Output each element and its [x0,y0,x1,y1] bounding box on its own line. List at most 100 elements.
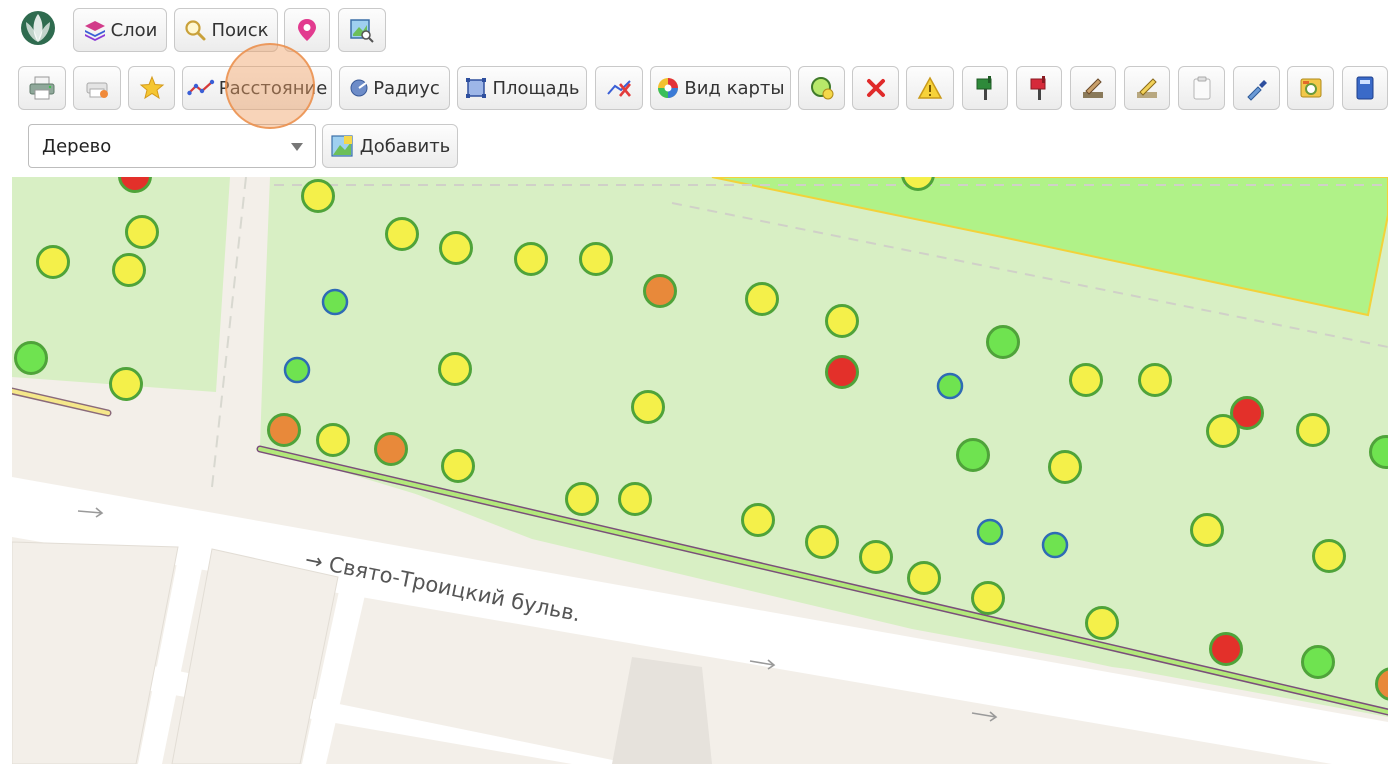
tree-marker[interactable] [745,282,779,316]
tree-marker[interactable] [1069,363,1103,397]
add-map-icon [331,135,353,157]
tree-marker[interactable] [907,561,941,595]
tree-marker[interactable] [514,242,548,276]
tree-marker[interactable] [805,525,839,559]
tree-marker[interactable] [441,449,475,483]
search-button[interactable]: Поиск [174,8,278,52]
chevron-down-icon [291,143,303,151]
tree-marker[interactable] [1085,606,1119,640]
area-button[interactable]: Площадь [457,66,587,110]
eyedropper-button[interactable] [1233,66,1280,110]
tree-marker[interactable] [1369,435,1389,469]
tree-marker[interactable] [1206,414,1240,448]
tree-marker[interactable] [112,253,146,287]
red-mailbox-icon [1030,76,1046,100]
tree-marker[interactable] [936,372,964,400]
tree-marker[interactable] [438,352,472,386]
radius-label: Радиус [373,77,440,99]
star-icon [139,75,164,100]
tree-marker[interactable] [36,245,70,279]
area-icon [466,78,487,98]
tree-marker[interactable] [109,367,143,401]
tree-marker[interactable] [825,304,859,338]
printer-icon [29,76,55,100]
tree-marker[interactable] [14,341,48,375]
tree-marker[interactable] [1296,413,1330,447]
circle-add-icon [810,77,833,100]
eyedropper-icon [1246,80,1267,101]
map-svg[interactable]: → Свято-Троицкий бульв. [12,177,1388,764]
add-object-label: Добавить [359,135,451,157]
green-flag-button[interactable] [962,66,1008,110]
warning-icon [917,76,943,99]
search-icon [185,20,206,41]
tree-marker[interactable] [1048,450,1082,484]
favorites-button[interactable] [128,66,175,110]
zoom-to-extent-button[interactable] [338,8,386,52]
search-label: Поиск [211,19,269,41]
layers-icon [84,21,105,41]
tree-marker[interactable] [321,288,349,316]
location-button[interactable] [284,8,330,52]
document-export-icon [86,82,108,98]
area-label: Площадь [492,77,580,99]
red-flag-button[interactable] [1016,66,1062,110]
export-button[interactable] [73,66,121,110]
book-button[interactable] [1342,66,1388,110]
print-button[interactable] [18,66,66,110]
tree-marker[interactable] [439,231,473,265]
tree-marker[interactable] [1041,531,1069,559]
tree-marker[interactable] [374,432,408,466]
map-view-button[interactable]: Вид карты [650,66,791,110]
warning-button[interactable] [906,66,954,110]
radius-icon [350,79,368,97]
map-app: Слои Поиск Расстояние Радиус Площадь Вид… [0,0,1396,776]
delete-button[interactable] [852,66,899,110]
object-type-value: Дерево [42,135,112,157]
tools-icon [1083,78,1103,98]
tree-marker[interactable] [267,413,301,447]
clipboard-button[interactable] [1178,66,1225,110]
map-view-label: Вид карты [684,77,785,99]
tree-marker[interactable] [618,482,652,516]
tree-marker[interactable] [316,423,350,457]
tree-marker[interactable] [385,217,419,251]
tree-marker[interactable] [976,518,1004,546]
color-wheel-icon [658,78,679,98]
tree-marker[interactable] [579,242,613,276]
book-icon [1356,76,1374,100]
tree-marker[interactable] [643,274,677,308]
pencil-button[interactable] [1124,66,1170,110]
tree-marker[interactable] [283,356,311,384]
close-icon [866,79,885,97]
edit-tool-button[interactable] [1070,66,1116,110]
tree-marker[interactable] [956,438,990,472]
tree-marker[interactable] [971,581,1005,615]
tree-marker[interactable] [631,390,665,424]
tree-marker[interactable] [1209,632,1243,666]
tree-marker[interactable] [1190,513,1224,547]
tree-marker[interactable] [301,179,335,213]
tree-marker[interactable] [1301,645,1335,679]
tree-marker[interactable] [986,325,1020,359]
object-type-select[interactable]: Дерево [28,124,316,168]
photo-button[interactable] [1287,66,1334,110]
add-circle-button[interactable] [798,66,845,110]
clear-measure-button[interactable] [595,66,643,110]
tree-marker[interactable] [1138,363,1172,397]
map-canvas[interactable]: → Свято-Троицкий бульв. [12,177,1388,764]
photo-icon [1300,78,1321,98]
tree-marker[interactable] [825,355,859,389]
distance-button[interactable]: Расстояние [182,66,332,110]
tree-marker[interactable] [565,482,599,516]
add-object-button[interactable]: Добавить [322,124,458,168]
tree-marker[interactable] [125,215,159,249]
layers-button[interactable]: Слои [73,8,167,52]
map-zoom-icon [350,19,374,43]
measure-clear-icon [607,80,631,97]
radius-button[interactable]: Радиус [339,66,450,110]
tree-marker[interactable] [859,540,893,574]
tree-marker[interactable] [1312,539,1346,573]
layers-label: Слои [110,19,158,41]
tree-marker[interactable] [741,503,775,537]
